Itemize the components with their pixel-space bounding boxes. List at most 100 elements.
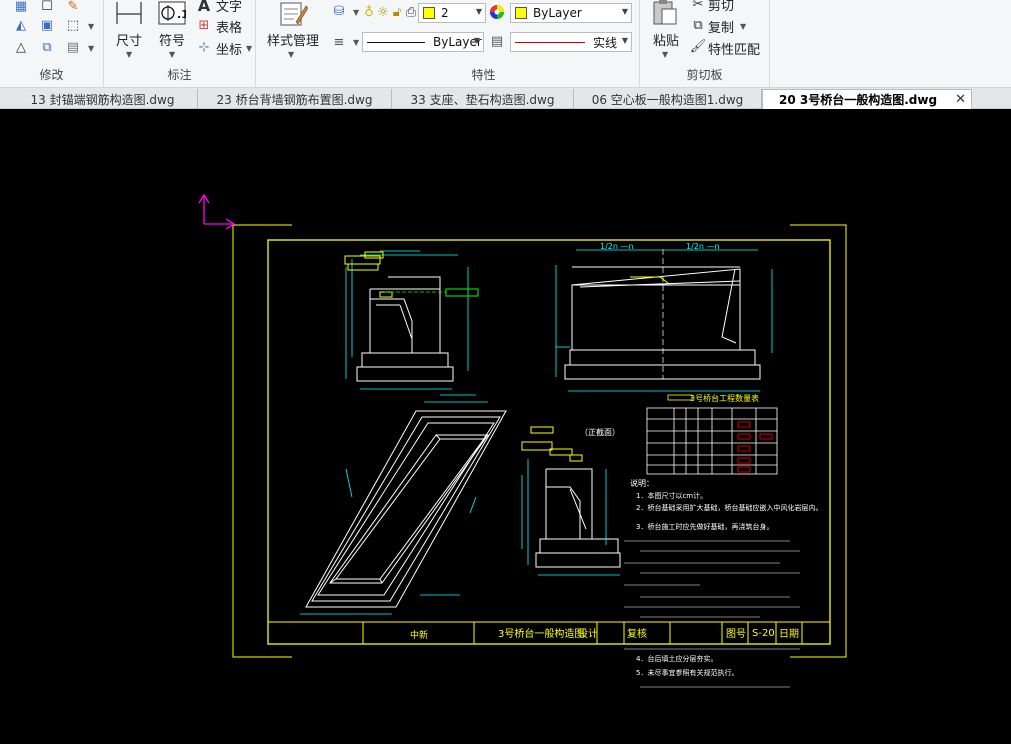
cut-icon[interactable]: ✂ [690, 0, 706, 12]
table-button[interactable]: 表格 [216, 17, 242, 36]
notes-line-5: 5．未尽事宜参照有关规范执行。 [636, 668, 738, 677]
match-properties-button[interactable]: 特性匹配 [708, 39, 760, 58]
lineweight-preview [515, 41, 585, 43]
tab-document-5-label: 20 3号桥台一般构造图.dwg [779, 93, 938, 107]
scale-icon[interactable]: ▣ [38, 16, 56, 34]
notes-line-3: 3．桥台施工时应先做好基础，再浇筑台身。 [636, 522, 773, 531]
tab-document-4[interactable]: 06 空心板一般构造图1.dwg [574, 89, 762, 109]
lineweight-select-arrow-icon: ▼ [621, 36, 628, 45]
text-icon[interactable]: A [196, 0, 212, 15]
text-button[interactable]: 文字 [216, 0, 242, 15]
tab-document-3-label: 33 支座、垫石构造图.dwg [410, 92, 555, 107]
stretch-dropdown-icon[interactable]: ▼ [88, 22, 94, 31]
paste-icon[interactable] [652, 0, 678, 26]
properties-group: ⛁ ▼ ♁ ☼ 🔓︎ ⎙ 2 ▼ ByLayer ▼ ≡ ▼ ByLayer ▼… [328, 0, 640, 88]
match-layer-dropdown-icon[interactable]: ▼ [353, 38, 359, 47]
copy-button[interactable]: 复制 [708, 17, 734, 36]
cross-section-view [535, 468, 621, 568]
drawing-canvas[interactable]: 中新 3号桥台一般构造图 设计 复核 图号 S-20 日期 1/2n —n 1/… [0, 109, 1011, 744]
array-icon[interactable]: ▦ [12, 0, 30, 14]
tab-document-3[interactable]: 33 支座、垫石构造图.dwg [392, 89, 574, 109]
paste-button[interactable]: 粘贴 [648, 30, 684, 49]
tab-close-icon[interactable]: ✕ [955, 92, 966, 107]
fillet-icon[interactable]: △ [12, 38, 30, 56]
color-select-arrow-icon: ▼ [621, 7, 628, 16]
layer-select-value: 2 [441, 6, 449, 20]
style-manager-icon[interactable] [278, 0, 308, 28]
document-tab-bar: 13 封锚端钢筋构造图.dwg 23 桥台背墙钢筋布置图.dwg 33 支座、垫… [0, 88, 1011, 109]
tab-document-1[interactable]: 13 封锚端钢筋构造图.dwg [8, 89, 198, 109]
tab-document-1-label: 13 封锚端钢筋构造图.dwg [30, 92, 175, 107]
dimension-button[interactable]: 尺寸 [114, 30, 144, 49]
style-manager-dropdown-icon[interactable]: ▼ [288, 50, 294, 59]
copy-object-icon[interactable]: ⧉ [38, 38, 56, 56]
title-block-title: 3号桥台一般构造图 [498, 627, 584, 640]
title-block-design: 设计 [578, 627, 598, 640]
dimension-icon[interactable] [114, 0, 144, 26]
coordinate-button[interactable]: 坐标 [216, 39, 242, 58]
color-wheel-icon[interactable] [488, 3, 506, 21]
notes-title: 说明： [630, 478, 654, 488]
notes-body-lines [624, 540, 800, 618]
layer-select[interactable]: 2 ▼ [418, 3, 486, 23]
properties-group-label: 特性 [471, 68, 496, 82]
quantity-table-red-cells [737, 421, 773, 473]
dimension-dropdown-icon[interactable]: ▼ [126, 50, 132, 59]
properties-edit-dropdown-icon[interactable]: ▼ [88, 44, 94, 53]
side-elevation-view [356, 276, 454, 382]
symbol-icon[interactable]: .1 [158, 1, 186, 25]
modify-group: ▦ ☐ ✎ ◭ ▣ ⬚ ▼ △ ⧉ ↻ ▤ ▼ 修改 [0, 0, 104, 88]
stretch-icon[interactable]: ⬚ [64, 16, 82, 34]
cut-button[interactable]: 剪切 [708, 0, 734, 14]
notes-line-2: 2．桥台基础采用扩大基础，桥台基础应嵌入中风化岩层内。 [636, 503, 822, 512]
title-block-company: 中新 [410, 629, 428, 641]
table-icon[interactable]: ⊞ [196, 16, 212, 34]
annotation-group: 尺寸 ▼ .1 符号 ▼ A 文字 ⊞ 表格 ⊹ 坐标 ▼ 标注 [104, 0, 256, 88]
svg-text:.1: .1 [177, 8, 186, 21]
color-select[interactable]: ByLayer ▼ [510, 3, 632, 23]
tab-document-2[interactable]: 23 桥台背墙钢筋布置图.dwg [198, 89, 392, 109]
mirror-icon[interactable]: ◭ [12, 16, 30, 34]
layer-manager-icon[interactable]: ⛁ [330, 2, 348, 20]
linetype-select-arrow-icon: ▼ [473, 36, 480, 45]
paste-dropdown-icon[interactable]: ▼ [662, 50, 668, 59]
quantity-table [646, 407, 778, 475]
modify-group-label: 修改 [39, 68, 64, 82]
layer-manager-dropdown-icon[interactable]: ▼ [353, 8, 359, 17]
symbol-dropdown-icon[interactable]: ▼ [169, 50, 175, 59]
layer-freeze-sun-icon[interactable]: ☼ [376, 3, 390, 21]
rectangle-icon[interactable]: ☐ [38, 0, 56, 14]
tab-document-2-label: 23 桥台背墙钢筋布置图.dwg [216, 92, 373, 107]
tab-document-5[interactable]: 20 3号桥台一般构造图.dwg ✕ [762, 89, 972, 109]
match-properties-icon[interactable]: 🖌︎ [690, 38, 707, 54]
notes-line-4: 4．台后填土应分层夯实。 [636, 654, 717, 663]
side-elevation-green-tag [445, 288, 479, 297]
coordinate-icon[interactable]: ⊹ [196, 38, 212, 56]
front-elevation-dim-label-2: 1/2n —n [686, 242, 720, 251]
cross-section-dims [521, 459, 620, 576]
symbol-button[interactable]: 符号 [156, 30, 188, 49]
color-swatch [515, 7, 527, 19]
annotation-group-label: 标注 [167, 68, 192, 82]
front-elevation-dim-label-1: 1/2n —n [600, 242, 634, 251]
layer-on-bulb-icon[interactable]: ♁ [362, 3, 376, 21]
properties-edit-icon[interactable]: ▤ [64, 38, 82, 56]
layer-select-arrow-icon: ▼ [475, 7, 482, 16]
copy-icon[interactable]: ⧉ [690, 17, 706, 33]
linetype-select[interactable]: ByLayer ▼ [362, 32, 484, 52]
lineweight-icon[interactable]: ▤ [488, 32, 506, 50]
coordinate-dropdown-icon[interactable]: ▼ [246, 44, 252, 53]
style-manager-button[interactable]: 样式管理 [260, 30, 326, 49]
quantity-table-title-box [667, 394, 693, 401]
copy-dropdown-icon[interactable]: ▼ [740, 22, 746, 31]
drawing-svg[interactable]: 中新 3号桥台一般构造图 设计 复核 图号 S-20 日期 1/2n —n 1/… [0, 109, 1011, 744]
match-layer-icon[interactable]: ≡ [330, 33, 348, 51]
clipboard-group: 粘贴 ▼ ✂ 剪切 ⧉ 复制 ▼ 🖌︎ 特性匹配 剪切板 [640, 0, 770, 88]
plan-view-dims [300, 394, 488, 615]
layer-lock-icon[interactable]: 🔓︎ [390, 3, 404, 21]
lineweight-select[interactable]: 实线 ▼ [510, 32, 632, 52]
layer-plot-icon[interactable]: ⎙ [404, 3, 418, 21]
eraser-icon[interactable]: ✎ [64, 0, 82, 14]
title-block-review: 复核 [627, 627, 647, 640]
side-elevation-dims [345, 250, 469, 390]
